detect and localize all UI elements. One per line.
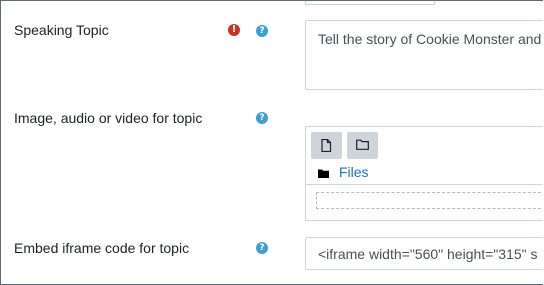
file-dropzone[interactable] bbox=[316, 192, 543, 209]
speaking-topic-textarea[interactable]: Tell the story of Cookie Monster and bbox=[305, 20, 543, 90]
form-panel: Speaking Topic ! ? Tell the story of Coo… bbox=[0, 0, 543, 285]
files-breadcrumb: Files bbox=[306, 160, 543, 184]
file-manager: Files bbox=[305, 126, 543, 221]
embed-label: Embed iframe code for topic bbox=[14, 240, 190, 256]
previous-field-edge bbox=[305, 1, 435, 5]
folder-outline-icon bbox=[356, 139, 369, 150]
help-icon[interactable]: ? bbox=[256, 25, 268, 37]
add-file-button[interactable] bbox=[311, 132, 342, 159]
help-icon[interactable]: ? bbox=[256, 242, 268, 254]
file-icon bbox=[321, 139, 332, 152]
divider bbox=[306, 184, 543, 185]
speaking-topic-label: Speaking Topic bbox=[14, 22, 109, 38]
required-icon: ! bbox=[228, 24, 240, 36]
create-folder-button[interactable] bbox=[347, 132, 378, 159]
media-label: Image, audio or video for topic bbox=[14, 110, 203, 126]
folder-icon bbox=[318, 169, 329, 178]
files-link[interactable]: Files bbox=[339, 164, 369, 180]
embed-input[interactable]: <iframe width="560" height="315" s bbox=[305, 237, 543, 270]
help-icon[interactable]: ? bbox=[256, 112, 268, 124]
